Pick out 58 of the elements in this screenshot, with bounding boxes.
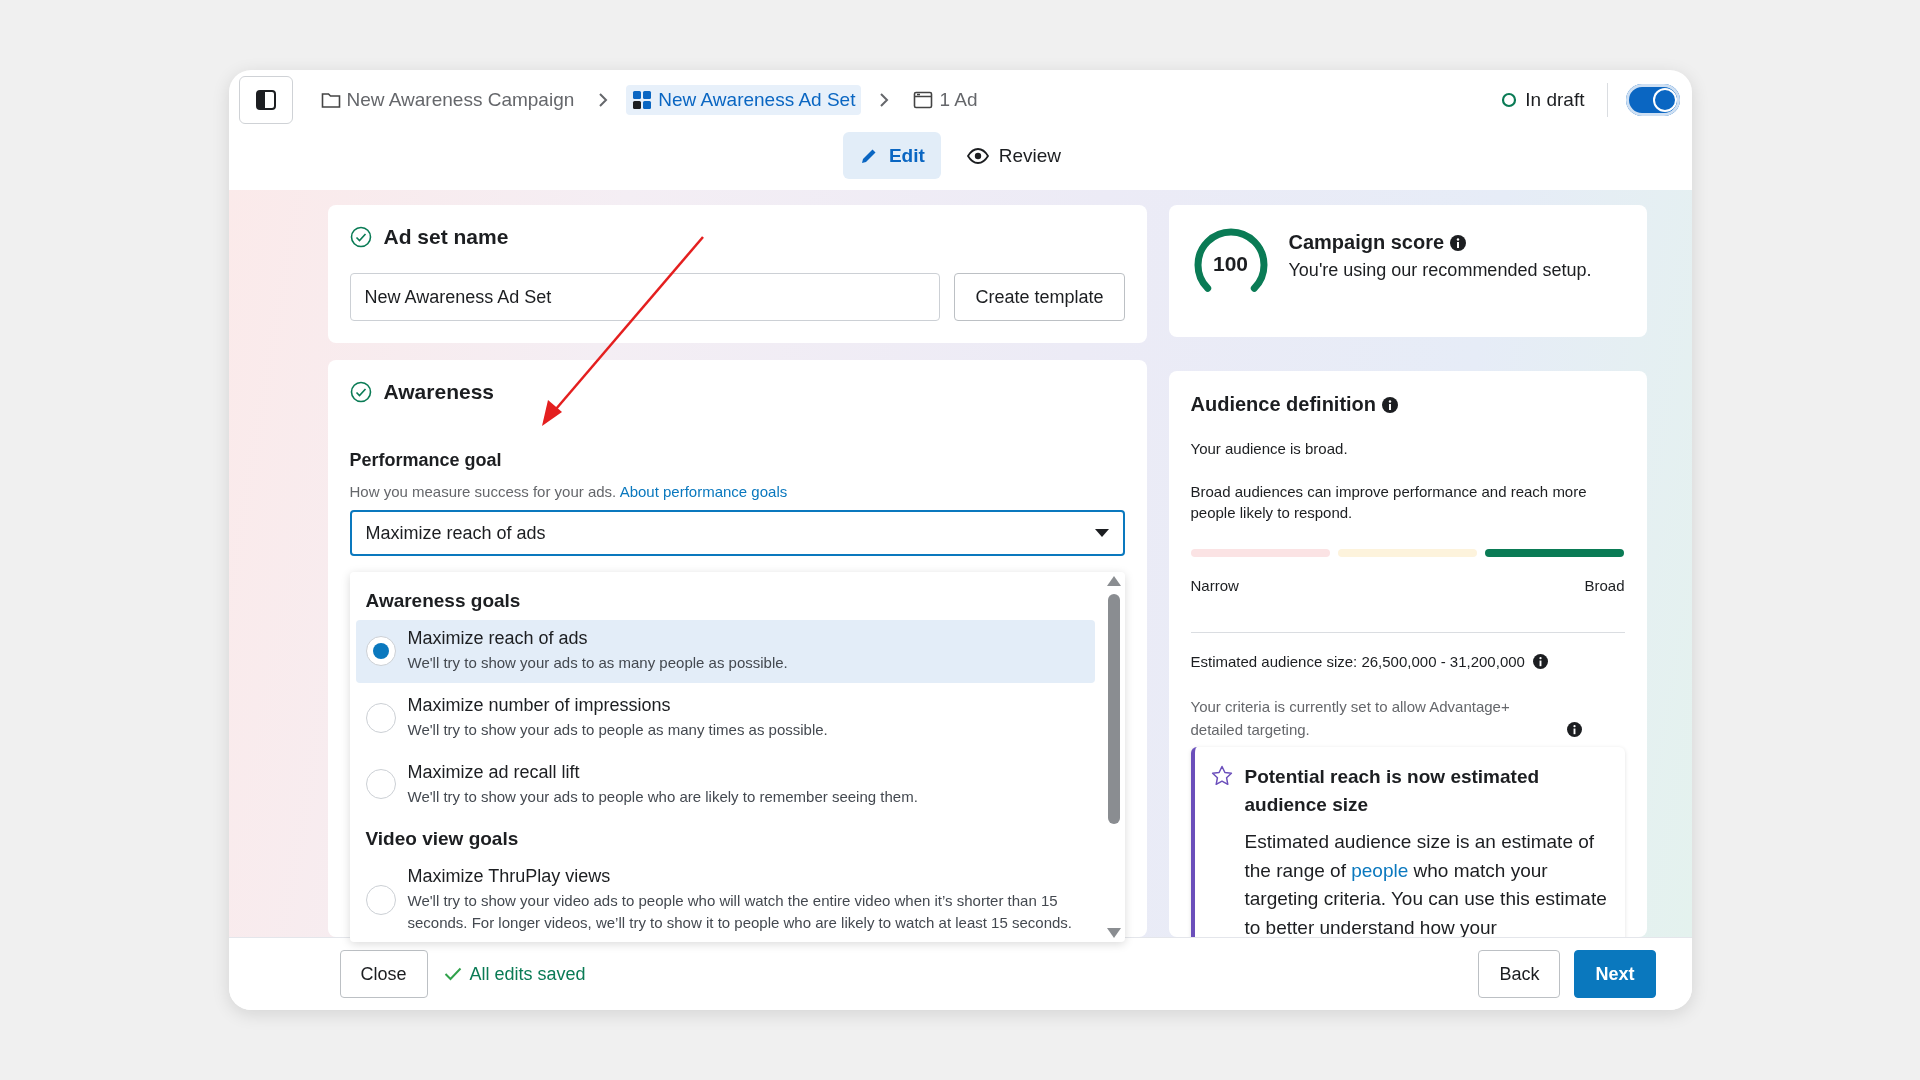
info-icon bbox=[1382, 396, 1399, 413]
field-hint: How you measure success for your ads. About performance goals bbox=[349, 483, 789, 500]
card-title: Ad set name bbox=[383, 225, 509, 249]
meter-min-label: Narrow bbox=[1190, 577, 1239, 594]
people-link[interactable]: people bbox=[1351, 859, 1409, 881]
scrollbar-thumb[interactable] bbox=[1107, 594, 1120, 824]
star-icon bbox=[1210, 765, 1233, 787]
notice-title: Potential reach is now estimated audience size bbox=[1244, 765, 1541, 817]
about-goals-link[interactable]: About performance goals bbox=[619, 483, 788, 500]
meter-max-label: Broad bbox=[1584, 577, 1625, 594]
close-button[interactable]: Close bbox=[339, 950, 428, 998]
chevron-right-icon bbox=[598, 92, 609, 108]
info-icon bbox=[1450, 234, 1467, 251]
tab[interactable]: Review bbox=[950, 132, 1078, 179]
create-template-button[interactable]: Create template bbox=[954, 273, 1125, 321]
card-title: Campaign score bbox=[1288, 231, 1445, 254]
audience-description: Broad audiences can improve performance and reach more people likely to respond. bbox=[1190, 482, 1588, 523]
caret-icon bbox=[1094, 529, 1109, 537]
audience-status: Your audience is broad. bbox=[1190, 439, 1349, 459]
sidebar-icon bbox=[254, 89, 277, 111]
tab[interactable]: Edit bbox=[842, 132, 941, 179]
grid-icon bbox=[632, 90, 653, 110]
audience-estimate: Estimated audience size: 26,500,000 - 31,200,000 bbox=[1190, 653, 1525, 670]
breadcrumb[interactable]: New Awareness Campaign bbox=[314, 85, 581, 115]
breadcrumb[interactable]: New Awareness Ad Set bbox=[626, 85, 862, 115]
back-button[interactable]: Back bbox=[1478, 950, 1561, 998]
goal-option[interactable]: Maximize ThruPlay views We'll try to show your video ads to people who will watch the entire video when it’s shorter than 15 seconds. For longer videos, we’ll try to show it to people who are likely to watch at least 15 seconds. bbox=[355, 858, 1095, 942]
window-icon bbox=[913, 91, 934, 109]
check-circle-icon bbox=[349, 226, 372, 248]
goal-option[interactable]: Maximize ad recall lift We'll try to show your ads to people who are likely to remember seeing them. bbox=[355, 753, 1095, 817]
toggle-switch[interactable] bbox=[1625, 84, 1680, 116]
breadcrumb[interactable]: 1 Ad bbox=[907, 85, 984, 115]
ad-set-name-field[interactable]: New Awareness Ad Set bbox=[349, 273, 941, 321]
group-heading: Video view goals bbox=[364, 827, 520, 852]
score-value: 100 bbox=[1213, 252, 1248, 276]
info-icon bbox=[1532, 654, 1548, 669]
check-circle-icon bbox=[349, 381, 372, 403]
draft-status: In draft bbox=[1525, 89, 1585, 111]
field-label: Performance goal bbox=[349, 450, 503, 471]
eye-icon bbox=[966, 147, 989, 164]
folder-icon bbox=[320, 91, 341, 109]
next-button[interactable]: Next bbox=[1574, 950, 1656, 998]
status-ring-icon bbox=[1501, 92, 1518, 108]
chevron-right-icon bbox=[879, 92, 890, 108]
scroll-up-icon[interactable] bbox=[1106, 576, 1121, 586]
checkmark-icon bbox=[443, 967, 462, 981]
score-description: You're using our recommended setup. bbox=[1288, 260, 1592, 281]
group-heading: Awareness goals bbox=[364, 589, 522, 613]
performance-goal-dropdown[interactable]: Maximize reach of ads bbox=[349, 510, 1125, 556]
goal-option[interactable]: Maximize reach of ads We'll try to show your ads to as many people as possible. bbox=[355, 620, 1095, 683]
notice-text: Estimated audience size is an estimate of the range of people who match your targeting criteria. You can use this estimate to better understand how your bbox=[1244, 830, 1608, 937]
save-status: All edits saved bbox=[469, 963, 586, 985]
goal-option[interactable]: Maximize number of impressions We'll try to show your ads to people as many times as possible. bbox=[355, 686, 1095, 750]
sidebar-toggle-button[interactable] bbox=[238, 76, 293, 124]
criteria-note: Your criteria is currently set to allow Advantage+ detailed targeting. bbox=[1190, 697, 1511, 740]
card-title: Audience definition bbox=[1190, 393, 1377, 416]
info-icon bbox=[1566, 722, 1582, 737]
card-title: Awareness bbox=[383, 380, 495, 404]
